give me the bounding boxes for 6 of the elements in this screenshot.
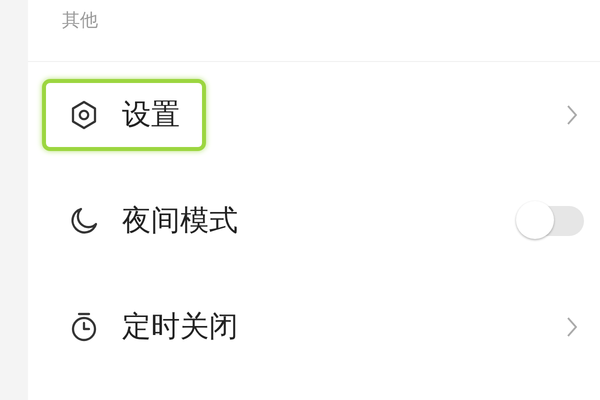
section-title: 其他 bbox=[62, 9, 98, 32]
chevron-right-icon[interactable] bbox=[566, 316, 578, 338]
menu-item-label[interactable]: 设置 bbox=[122, 95, 180, 135]
menu-item-label[interactable]: 夜间模式 bbox=[122, 201, 238, 241]
chevron-right-icon[interactable] bbox=[566, 104, 578, 126]
menu-item-label[interactable]: 定时关闭 bbox=[122, 307, 238, 347]
